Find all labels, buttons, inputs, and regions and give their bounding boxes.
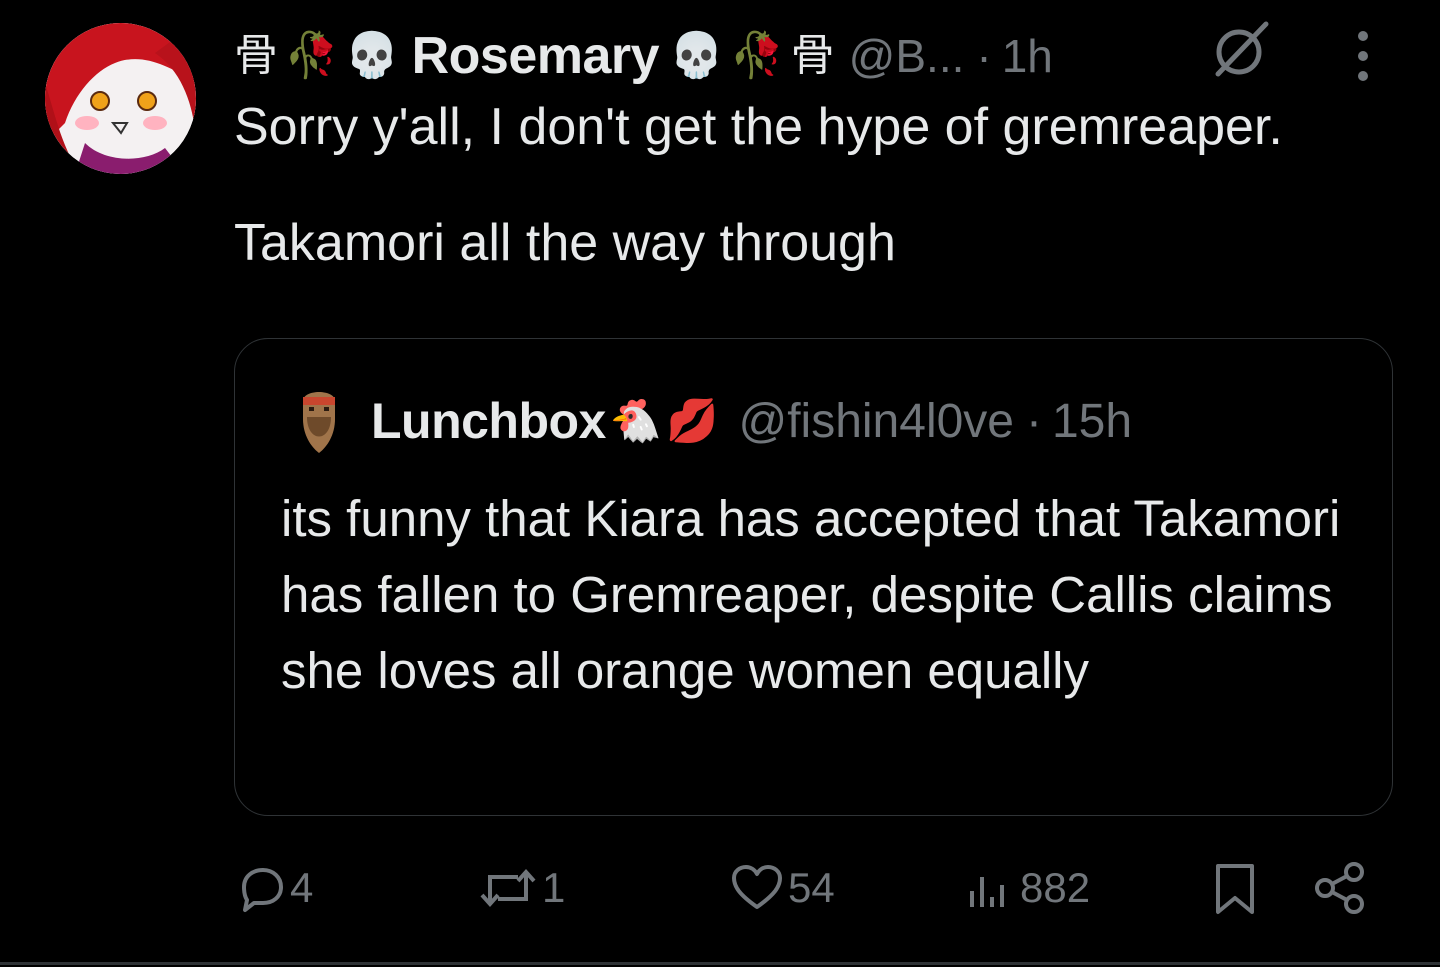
views-icon (970, 877, 1004, 907)
quote-emoji-chicken: 🐔 (609, 396, 663, 444)
author-deco-bone-char: 骨 (234, 31, 278, 80)
reply-count: 4 (290, 864, 314, 911)
author-name[interactable]: Rosemary (412, 30, 660, 82)
divider (0, 962, 1440, 965)
like-count: 54 (788, 864, 835, 911)
avatar-image (45, 23, 196, 174)
quote-text: its funny that Kiara has accepted that T… (281, 490, 1341, 699)
quoted-tweet[interactable]: Lunchbox 🐔 💋 @fishin4l0ve · 15h its funn… (234, 338, 1393, 816)
bookmark-icon (1216, 864, 1254, 914)
share-button[interactable] (1312, 852, 1368, 924)
author-deco-bone-char-2: 骨 (790, 31, 835, 80)
quote-author-handle[interactable]: @fishin4l0ve (738, 394, 1014, 449)
repost-icon (480, 868, 536, 908)
author-deco-rose-2: 🥀 (729, 31, 785, 80)
quote-emoji-lips: 💋 (666, 396, 719, 444)
author-handle[interactable]: @B... (849, 33, 965, 79)
quote-avatar[interactable] (299, 387, 339, 455)
author-deco-skull-2: 💀 (669, 31, 724, 80)
separator-dot: · (976, 30, 992, 82)
tweet-text: Sorry y'all, I don't get the hype of gre… (234, 98, 1283, 272)
views-button[interactable]: 882 (966, 852, 1090, 924)
repost-count: 1 (542, 864, 566, 911)
heart-icon (732, 865, 782, 909)
quote-separator-dot: · (1026, 394, 1042, 448)
like-button[interactable]: 54 (730, 852, 835, 924)
quote-time[interactable]: 15h (1052, 394, 1132, 449)
reply-button[interactable]: 4 (236, 852, 313, 924)
author-avatar[interactable] (45, 23, 196, 174)
quote-header: Lunchbox 🐔 💋 @fishin4l0ve · 15h (371, 391, 1132, 451)
bookmark-button[interactable] (1210, 852, 1260, 924)
reply-icon (242, 868, 283, 912)
share-icon (1315, 862, 1364, 914)
tweet-actions: 4 1 54 882 (0, 852, 1440, 924)
author-deco-skull: 💀 (344, 31, 400, 80)
more-vertical-icon[interactable] (1343, 28, 1383, 84)
repost-button[interactable]: 1 (478, 852, 565, 924)
views-count: 882 (1020, 864, 1091, 911)
tweet-header: 骨 🥀 💀 Rosemary 💀 🥀 骨 @B... · 1h (234, 24, 1053, 88)
null-circle-icon (1215, 21, 1269, 77)
quote-author-name[interactable]: Lunchbox (371, 392, 606, 450)
tweet-time[interactable]: 1h (1002, 33, 1053, 79)
author-deco-rose: 🥀 (284, 31, 339, 80)
